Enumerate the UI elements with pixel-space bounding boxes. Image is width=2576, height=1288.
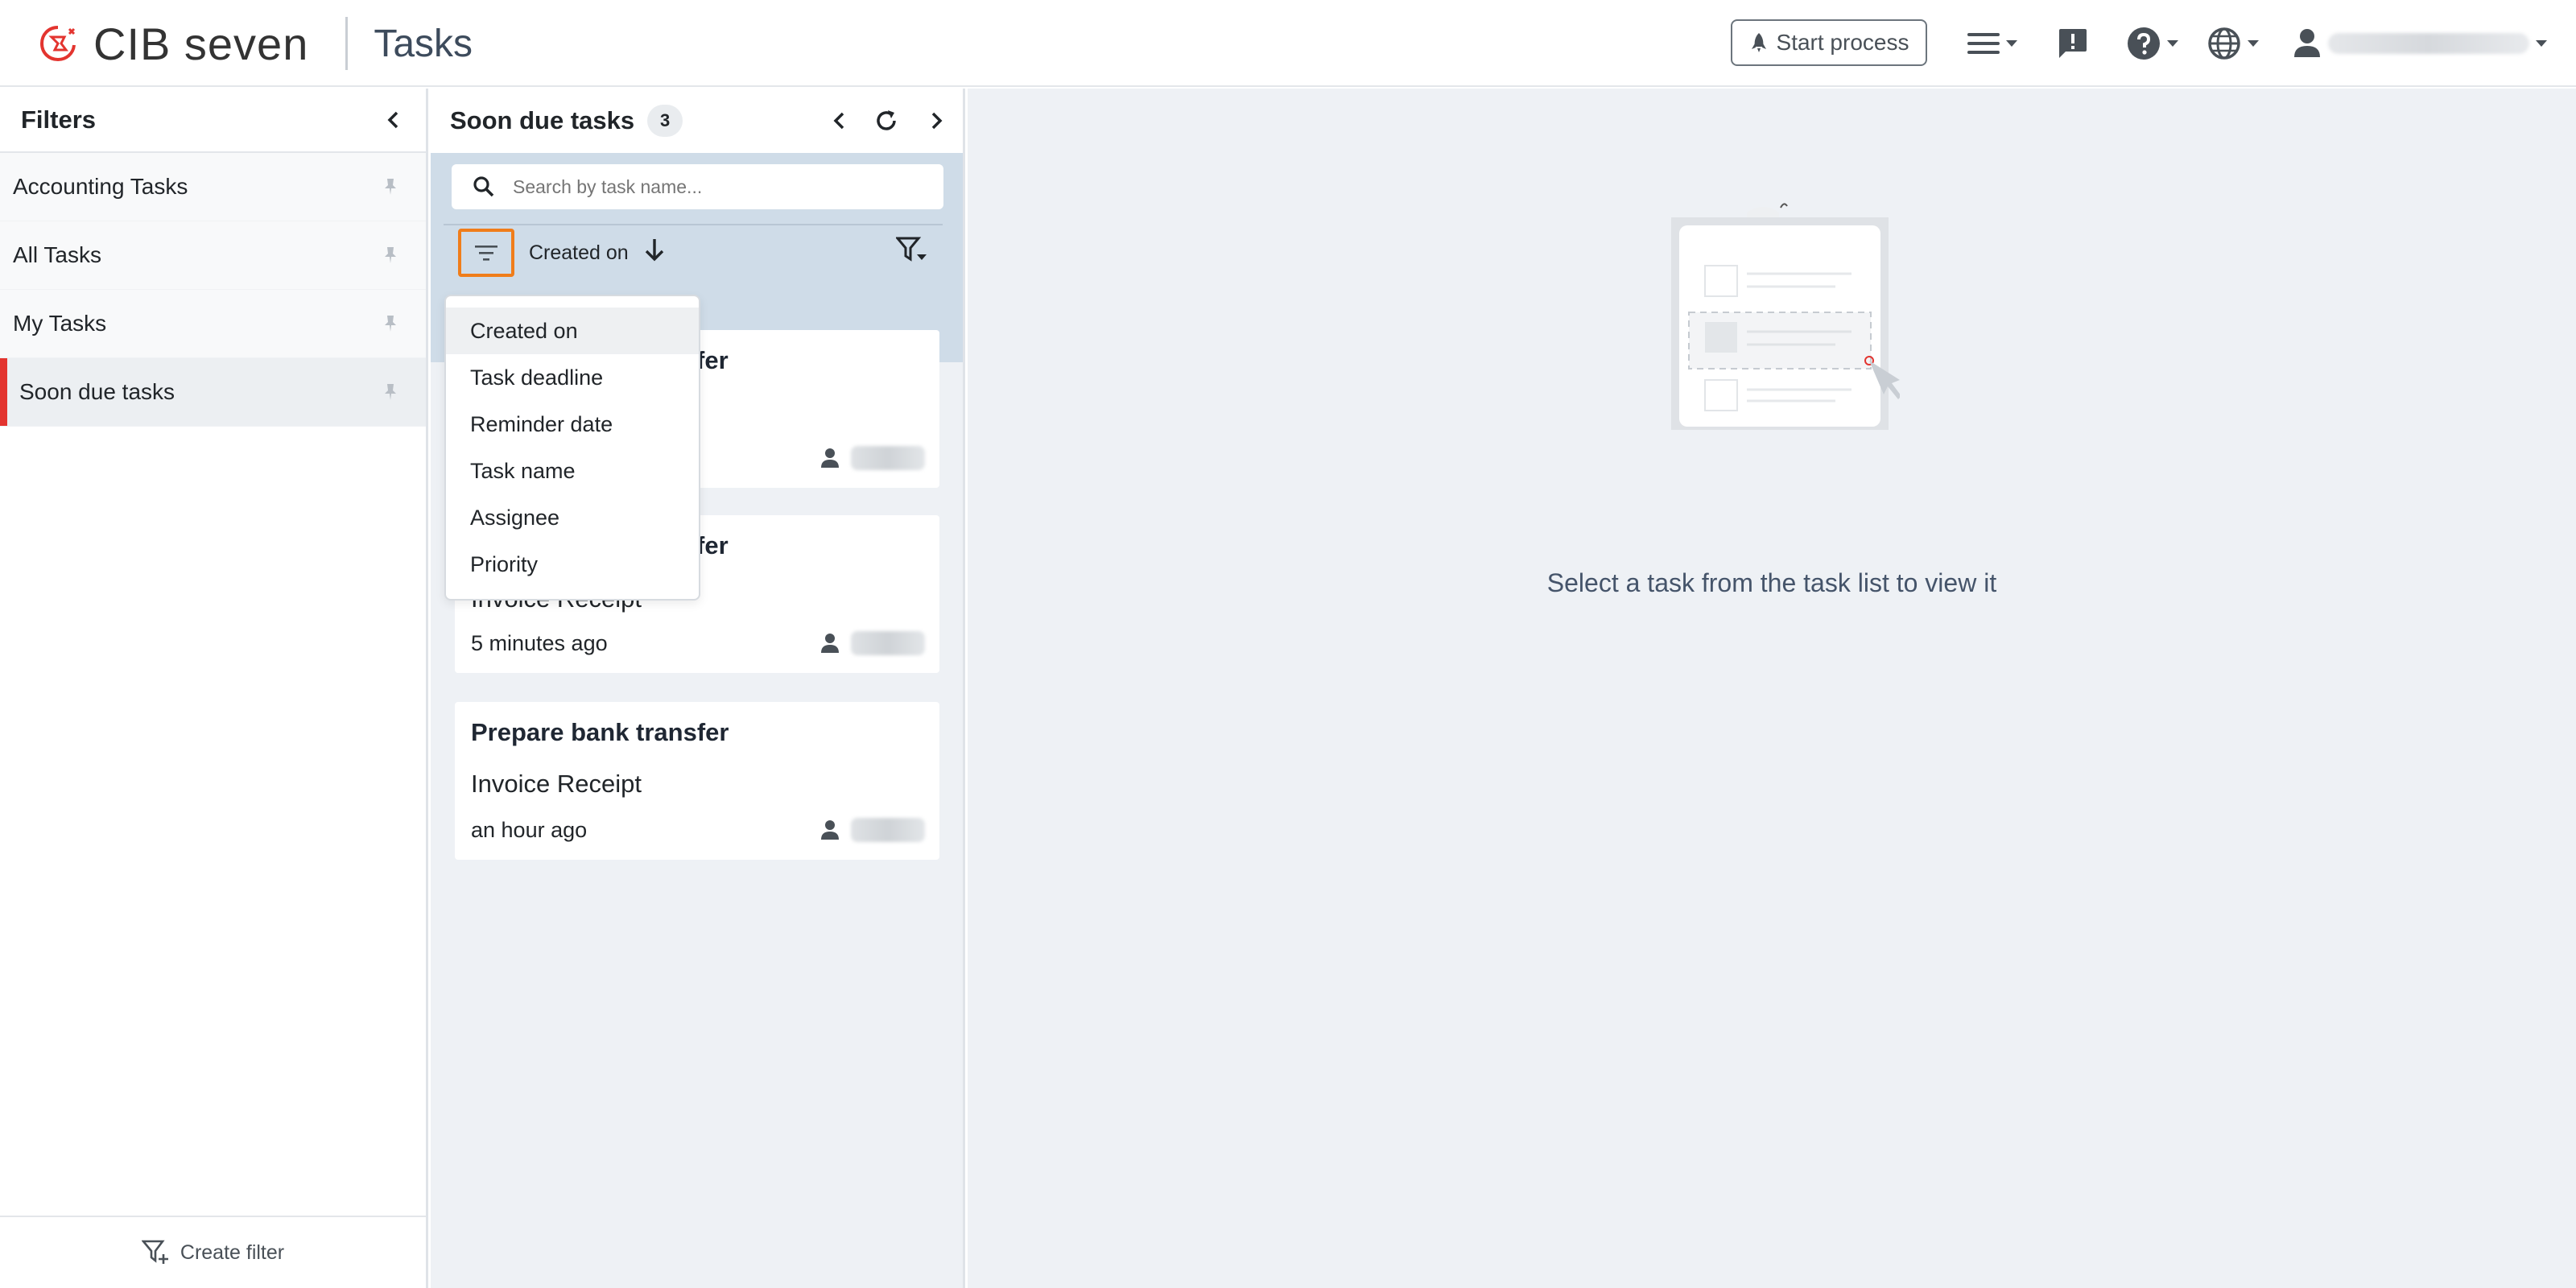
search-icon [473, 176, 494, 197]
chevron-left-icon[interactable] [386, 110, 402, 130]
task-list-header: Soon due tasks 3 [431, 89, 963, 153]
task-assignee [820, 818, 925, 842]
search-input[interactable] [513, 175, 915, 198]
feedback-button[interactable] [2056, 21, 2088, 66]
sidebar-item-label: My Tasks [13, 311, 107, 336]
page-title: Tasks [374, 22, 473, 65]
pin-icon[interactable] [384, 315, 397, 332]
chevron-down-icon [2536, 40, 2547, 47]
sidebar-item-all-tasks[interactable]: All Tasks [0, 221, 426, 290]
user-icon [2294, 29, 2320, 57]
sidebar-item-soon-due-tasks[interactable]: Soon due tasks [0, 358, 426, 427]
user-icon [821, 634, 839, 653]
empty-state-illustration [1671, 203, 1900, 430]
user-menu-dropdown[interactable] [2293, 21, 2547, 66]
assignee-redacted [851, 631, 925, 655]
language-dropdown[interactable] [2207, 21, 2259, 66]
sidebar-item-label: Accounting Tasks [13, 174, 188, 199]
advanced-filter-button[interactable] [894, 237, 928, 268]
chevron-left-icon[interactable] [824, 105, 856, 137]
user-icon [821, 448, 839, 468]
task-title: Prepare bank transfer [471, 718, 729, 746]
sort-option-reminder-date[interactable]: Reminder date [446, 401, 699, 448]
filter-add-icon [141, 1240, 168, 1264]
search-box[interactable] [452, 164, 943, 209]
top-navbar: CIB seven Tasks Start process [0, 0, 2576, 87]
pin-icon[interactable] [384, 178, 397, 196]
sidebar-item-accounting-tasks[interactable]: Accounting Tasks [0, 153, 426, 221]
user-icon [821, 820, 839, 840]
main-menu-dropdown[interactable] [1967, 21, 2017, 66]
task-count-badge: 3 [647, 105, 683, 137]
filters-title: Filters [21, 105, 97, 134]
filter-dropdown-icon [894, 237, 927, 262]
start-process-label: Start process [1776, 30, 1909, 55]
task-card[interactable]: Prepare bank transfer Invoice Receipt an… [455, 702, 939, 860]
arrow-down-icon [645, 239, 664, 262]
sidebar-item-label: All Tasks [13, 242, 101, 267]
sort-button[interactable] [458, 229, 514, 277]
globe-icon [2208, 27, 2240, 60]
sort-option-priority[interactable]: Priority [446, 541, 699, 588]
task-title: fer [696, 531, 729, 559]
hamburger-menu-icon [1967, 33, 2000, 54]
assignee-redacted [851, 818, 925, 842]
create-filter-label: Create filter [180, 1241, 285, 1264]
chevron-down-icon [2248, 40, 2259, 47]
sidebar-item-label: Soon due tasks [19, 379, 175, 404]
sort-option-task-name[interactable]: Task name [446, 448, 699, 494]
task-list-panel: Soon due tasks 3 Search by task name... … [431, 89, 965, 1288]
task-created-time: 5 minutes ago [471, 631, 608, 655]
sidebar-item-my-tasks[interactable]: My Tasks [0, 290, 426, 358]
sort-row: Created on [444, 224, 943, 290]
sort-direction-button[interactable] [643, 237, 666, 266]
task-created-time: an hour ago [471, 818, 588, 842]
cib-logo-icon [39, 26, 76, 62]
pin-icon[interactable] [384, 383, 397, 401]
chevron-down-icon [2006, 40, 2017, 47]
help-dropdown[interactable] [2127, 21, 2178, 66]
task-title: fer [696, 346, 729, 374]
assignee-redacted [851, 446, 925, 470]
start-process-button[interactable]: Start process [1731, 19, 1927, 66]
feedback-icon [2059, 29, 2087, 58]
sort-field-dropdown-menu: Created on Task deadline Reminder date T… [444, 295, 700, 601]
filters-header: Filters [0, 89, 426, 153]
chevron-down-icon [2167, 40, 2178, 47]
empty-state-message: Select a task from the task list to view… [1546, 568, 1997, 597]
chevron-right-icon[interactable] [920, 105, 952, 137]
sort-option-created-on[interactable]: Created on [446, 308, 699, 354]
task-assignee [820, 631, 925, 655]
brand-name: CIB seven [93, 18, 309, 69]
refresh-icon[interactable] [870, 105, 902, 137]
task-list-title: Soon due tasks [450, 106, 635, 134]
rocket-icon [1751, 33, 1766, 52]
pin-icon[interactable] [384, 246, 397, 264]
sort-option-task-deadline[interactable]: Task deadline [446, 354, 699, 401]
task-assignee [820, 446, 925, 470]
task-process-name: Invoice Receipt [471, 770, 642, 798]
filters-sidebar: Filters Accounting Tasks All Tasks My Ta… [0, 89, 428, 1288]
help-icon [2128, 27, 2160, 60]
sort-lines-icon [475, 246, 497, 261]
task-detail-area: Select a task from the task list to view… [968, 89, 2576, 1288]
user-name-redacted [2328, 33, 2529, 54]
brand[interactable]: CIB seven Tasks [37, 14, 473, 72]
create-filter-button[interactable]: Create filter [0, 1216, 426, 1288]
sort-option-assignee[interactable]: Assignee [446, 494, 699, 541]
brand-divider [345, 17, 349, 70]
sort-field-label[interactable]: Created on [529, 242, 629, 265]
